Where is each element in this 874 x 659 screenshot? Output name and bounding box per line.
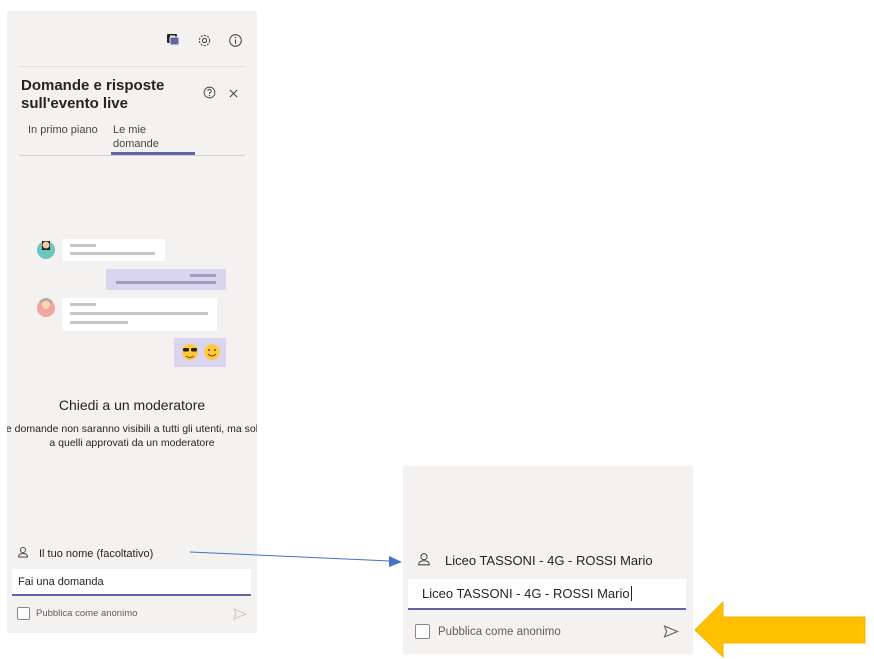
connector-arrow [189, 551, 402, 567]
callout-arrow-icon [694, 600, 866, 659]
